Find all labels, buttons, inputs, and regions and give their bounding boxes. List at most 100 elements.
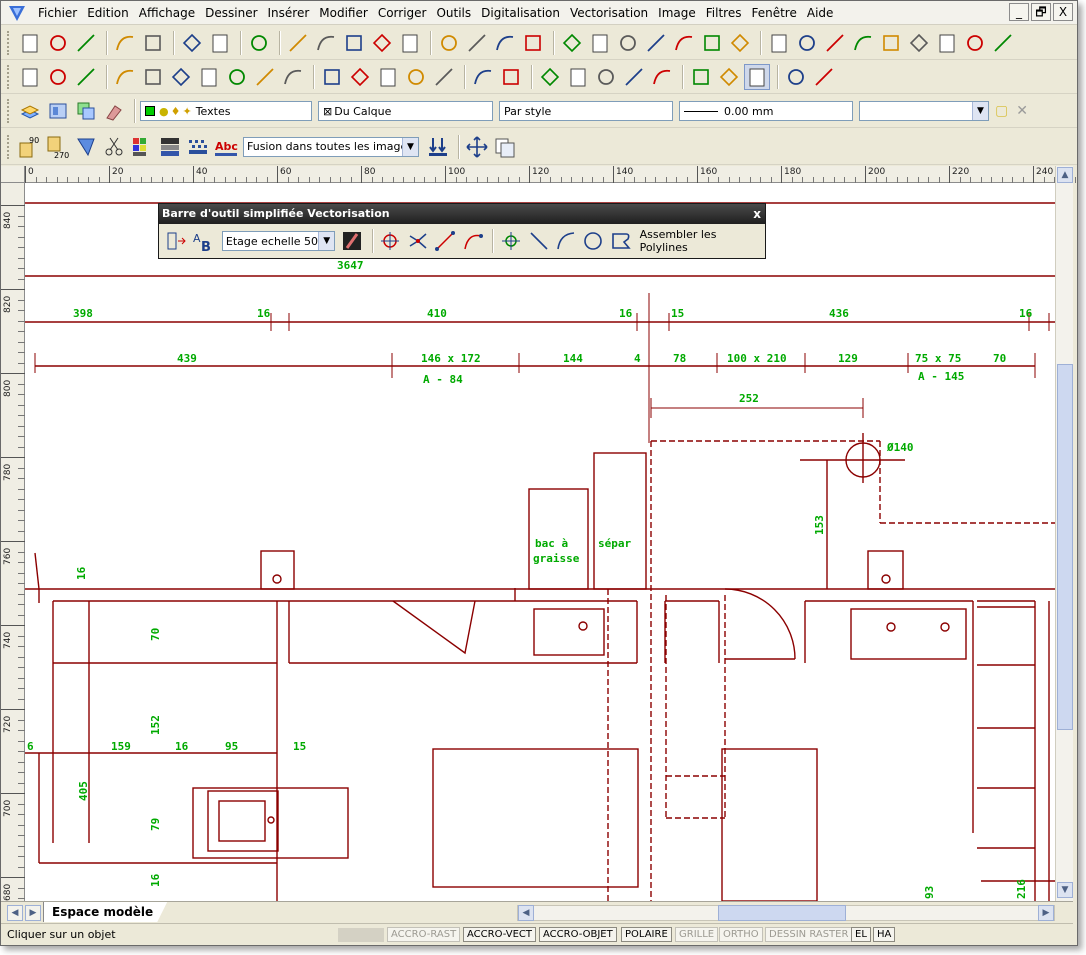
vector-line-icon[interactable] (526, 228, 551, 254)
status-mode-dessin-raster[interactable]: DESSIN RASTER (765, 927, 853, 942)
toolbar-grip[interactable] (7, 31, 11, 55)
floating-toolbar-titlebar[interactable]: Barre d'outil simplifiée Vectorisation x (159, 204, 765, 224)
image-insert-icon[interactable] (850, 30, 876, 56)
brush-icon[interactable] (339, 228, 364, 254)
open-folder-icon[interactable] (45, 30, 71, 56)
menu-affichage[interactable]: Affichage (134, 6, 200, 20)
tab-prev-icon[interactable]: ◀ (7, 905, 23, 921)
note-icon[interactable]: ▢ (995, 103, 1008, 119)
merge-down-icon[interactable] (425, 134, 451, 160)
vector-node-icon[interactable] (565, 64, 591, 90)
status-mode-grille[interactable]: GRILLE (675, 927, 719, 942)
status-mode-accro-vect[interactable]: ACCRO-VECT (463, 927, 536, 942)
print-icon[interactable] (140, 30, 166, 56)
photo-icon[interactable] (906, 30, 932, 56)
deskew-icon[interactable] (73, 134, 99, 160)
funnel-filter-icon[interactable] (498, 64, 524, 90)
vertical-scroll-thumb[interactable] (1057, 364, 1073, 730)
zoom-out-icon[interactable] (313, 30, 339, 56)
vertical-scrollbar[interactable]: ▲ ▼ (1055, 166, 1073, 901)
assemble-polylines-icon[interactable] (608, 228, 633, 254)
menu-inserer[interactable]: Insérer (263, 6, 315, 20)
line-icon[interactable] (559, 30, 585, 56)
scale-select[interactable]: Etage echelle 50 ▼ (221, 231, 336, 251)
text-recognition-icon[interactable]: AB (190, 228, 215, 254)
menu-outils[interactable]: Outils (431, 6, 476, 20)
zoom-select4-icon[interactable] (403, 64, 429, 90)
assemble-polylines-button[interactable]: Assembler les Polylines (640, 228, 765, 254)
tab-next-icon[interactable]: ▶ (25, 905, 41, 921)
tab-espace-modele[interactable]: Espace modèle (43, 902, 168, 922)
toolbar-grip[interactable] (7, 134, 11, 159)
new-file-icon[interactable] (17, 30, 43, 56)
pan-hand-icon[interactable] (520, 30, 546, 56)
horizontal-scroll-thumb[interactable] (718, 905, 846, 921)
match-properties-icon[interactable] (101, 98, 127, 124)
image-icon[interactable] (878, 30, 904, 56)
snap-zoom-icon[interactable] (45, 64, 71, 90)
extra-combo[interactable]: ▼ (859, 101, 989, 121)
select-arc-icon[interactable] (140, 64, 166, 90)
status-mode-polaire[interactable]: POLAIRE (621, 927, 672, 942)
vector-move-icon[interactable] (593, 64, 619, 90)
scroll-down-icon[interactable]: ▼ (1057, 882, 1073, 898)
menu-corriger[interactable]: Corriger (373, 6, 432, 20)
menu-vectorisation[interactable]: Vectorisation (565, 6, 653, 20)
close-button[interactable]: X (1053, 3, 1073, 21)
menu-dessiner[interactable]: Dessiner (200, 6, 262, 20)
snap-zoom2-icon[interactable] (73, 64, 99, 90)
drawing-canvas[interactable]: 3647 398 16 410 16 15 436 16 439 146 x 1… (25, 183, 1055, 901)
add-vertex-icon[interactable] (688, 64, 714, 90)
polyline-icon[interactable] (671, 30, 697, 56)
lineweight-select[interactable]: 0.00 mm (679, 101, 853, 121)
menu-edition[interactable]: Edition (82, 6, 134, 20)
remove-vertex-icon[interactable] (716, 64, 742, 90)
layer-properties-icon[interactable] (45, 98, 71, 124)
rotate-270-icon[interactable]: 270 (45, 134, 71, 160)
restore-button[interactable]: 🗗 (1031, 3, 1051, 21)
select-knife-icon[interactable] (252, 64, 278, 90)
cross-point-icon[interactable] (822, 30, 848, 56)
draw-arc-red-icon[interactable] (460, 228, 485, 254)
layers-manager-icon[interactable] (17, 98, 43, 124)
hatch-icon[interactable] (766, 30, 792, 56)
zoom-select-icon[interactable] (319, 64, 345, 90)
color-select[interactable]: ⊠ Du Calque (318, 101, 493, 121)
vector-circle-icon[interactable] (581, 228, 606, 254)
grayscale-icon[interactable] (157, 134, 183, 160)
floating-close-icon[interactable]: x (753, 204, 761, 224)
select-fill-icon[interactable] (224, 64, 250, 90)
ocr-text-icon[interactable]: Abc (213, 134, 239, 160)
dimension-icon[interactable] (990, 30, 1016, 56)
zoom-select2-icon[interactable] (347, 64, 373, 90)
snap-vector-point-icon[interactable] (498, 228, 523, 254)
chevron-down-icon[interactable]: ▼ (402, 137, 418, 156)
menu-filtres[interactable]: Filtres (701, 6, 747, 20)
target-point-icon[interactable] (378, 228, 403, 254)
select-arrow-icon[interactable] (112, 64, 138, 90)
draw-line-red-icon[interactable] (433, 228, 458, 254)
erase-pixels-icon[interactable] (436, 30, 462, 56)
scroll-up-icon[interactable]: ▲ (1057, 167, 1073, 183)
arc-icon[interactable] (587, 30, 613, 56)
vector-settings-icon[interactable] (163, 228, 188, 254)
dither-icon[interactable] (185, 134, 211, 160)
select-circle-icon[interactable] (168, 64, 194, 90)
cut-icon[interactable] (464, 30, 490, 56)
undo-icon[interactable] (179, 30, 205, 56)
no-select-icon[interactable] (649, 64, 675, 90)
delete-icon[interactable]: ✕ (1016, 103, 1028, 119)
redo-icon[interactable] (207, 30, 233, 56)
snap-point-icon[interactable] (17, 64, 43, 90)
status-mode-accro-rast[interactable]: ACCRO-RAST (387, 927, 461, 942)
print-preview-icon[interactable] (112, 30, 138, 56)
merge-images-select[interactable]: Fusion dans toutes les images ▼ (243, 136, 419, 157)
vector-edit-icon[interactable] (537, 64, 563, 90)
document-icon[interactable] (783, 64, 809, 90)
layer-copy-icon[interactable] (73, 98, 99, 124)
circle-icon[interactable] (615, 30, 641, 56)
color-palette-icon[interactable] (129, 134, 155, 160)
menu-modifier[interactable]: Modifier (314, 6, 373, 20)
toolbar-grip[interactable] (7, 99, 11, 123)
pattern-icon[interactable] (962, 30, 988, 56)
